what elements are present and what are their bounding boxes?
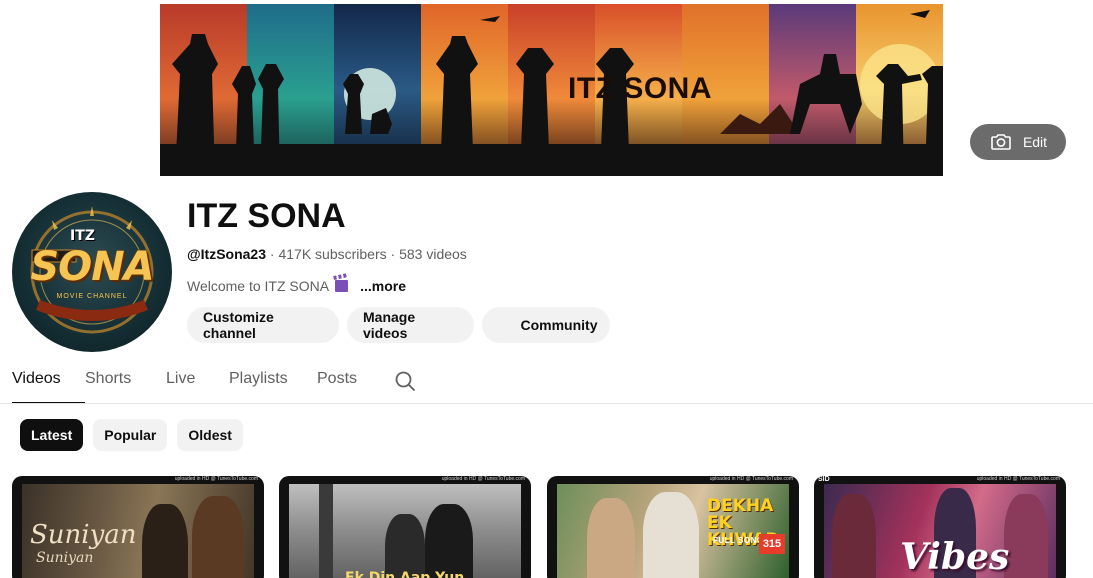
channel-actions: Customize channel Manage videos Communit… bbox=[187, 307, 610, 343]
thumbnail-title: Ek Din Aap Yun bbox=[345, 570, 465, 578]
thumbnail-title: Vibes bbox=[900, 536, 1010, 578]
thumbnail-watermark: uploaded in HD @ TunesToTube.com bbox=[709, 476, 793, 482]
thumbnail-image: Suniyan Suniyan bbox=[22, 484, 254, 578]
video-thumbnail[interactable]: SID uploaded in HD @ TunesToTube.com Vib… bbox=[814, 476, 1066, 578]
more-link[interactable]: ...more bbox=[360, 277, 406, 295]
tab-posts[interactable]: Posts bbox=[317, 366, 362, 404]
filter-oldest[interactable]: Oldest bbox=[177, 419, 243, 451]
thumbnail-figure bbox=[643, 492, 699, 578]
channel-tabs: Videos Shorts Live Playlists Posts bbox=[12, 366, 362, 404]
subscriber-count: 417K subscribers bbox=[278, 246, 387, 262]
thumbnail-image: Ek Din Aap Yun bbox=[289, 484, 521, 578]
channel-meta: @ItzSona23 · 417K subscribers · 583 vide… bbox=[187, 245, 467, 263]
avatar-brand: SONA bbox=[30, 244, 154, 290]
banner-silhouettes bbox=[160, 10, 943, 176]
channel-banner: ITZ SONA bbox=[160, 4, 943, 176]
thumbnail-figure bbox=[832, 494, 876, 578]
thumbnail-title: Suniyan bbox=[30, 520, 137, 550]
tab-live[interactable]: Live bbox=[166, 366, 229, 404]
search-icon[interactable] bbox=[393, 369, 417, 393]
tab-shorts[interactable]: Shorts bbox=[85, 366, 166, 404]
video-thumbnail[interactable]: uploaded in HD @ TunesToTube.com Suniyan… bbox=[12, 476, 264, 578]
banner-title: ITZ SONA bbox=[568, 72, 712, 105]
thumbnail-figure bbox=[142, 504, 188, 578]
video-thumbnail[interactable]: uploaded in HD @ TunesToTube.com Ek Din … bbox=[279, 476, 531, 578]
thumbnail-watermark: uploaded in HD @ TunesToTube.com bbox=[174, 476, 258, 482]
tab-playlists[interactable]: Playlists bbox=[229, 366, 317, 404]
channel-name: ITZ SONA bbox=[187, 197, 346, 235]
filter-latest[interactable]: Latest bbox=[20, 419, 84, 451]
thumbnail-tree bbox=[319, 484, 333, 578]
thumbnail-image: DEKHA EK KHWAB FULL SONG 315 bbox=[557, 484, 789, 578]
manage-videos-button[interactable]: Manage videos bbox=[347, 307, 474, 343]
thumbnail-subtitle: FULL SONG bbox=[713, 536, 764, 545]
sort-filters: Latest Popular Oldest bbox=[20, 419, 243, 451]
edit-banner-button[interactable]: Edit bbox=[970, 124, 1066, 160]
tabs-divider bbox=[0, 403, 1093, 404]
meta-separator: · bbox=[269, 246, 275, 262]
channel-avatar[interactable]: ITZ SONA MOVIE CHANNEL bbox=[12, 192, 172, 352]
thumbnail-corner-label: SID bbox=[818, 476, 830, 483]
channel-page: ITZ SONA Edit ITZ SONA MOVIE CHANNEL ITZ… bbox=[0, 0, 1093, 578]
channel-description[interactable]: Welcome to ITZ SONA ...more bbox=[187, 277, 406, 295]
avatar-prefix: ITZ bbox=[70, 228, 95, 244]
video-count: 583 videos bbox=[399, 246, 467, 262]
description-text: Welcome to ITZ SONA bbox=[187, 278, 330, 294]
thumbnail-watermark: uploaded in HD @ TunesToTube.com bbox=[976, 476, 1060, 482]
customize-channel-button[interactable]: Customize channel bbox=[187, 307, 339, 343]
channel-handle[interactable]: @ItzSona23 bbox=[187, 246, 266, 262]
meta-separator: · bbox=[390, 246, 396, 262]
community-button[interactable]: Community bbox=[482, 307, 610, 343]
tab-videos[interactable]: Videos bbox=[12, 366, 85, 404]
thumbnail-figure bbox=[425, 504, 473, 578]
thumbnail-figure bbox=[1004, 494, 1048, 578]
thumbnail-figure bbox=[587, 498, 635, 578]
thumbnail-figure bbox=[385, 514, 425, 578]
video-thumbnail[interactable]: uploaded in HD @ TunesToTube.com DEKHA E… bbox=[547, 476, 799, 578]
avatar-tagline: MOVIE CHANNEL bbox=[56, 293, 128, 300]
filter-popular[interactable]: Popular bbox=[93, 419, 168, 451]
thumbnail-watermark: uploaded in HD @ TunesToTube.com bbox=[441, 476, 525, 482]
thumbnail-badge: 315 bbox=[759, 534, 785, 554]
camera-icon bbox=[991, 134, 1011, 150]
thumbnail-figure bbox=[192, 496, 244, 578]
thumbnail-subtitle: Suniyan bbox=[36, 550, 94, 566]
thumbnail-image: Vibes bbox=[824, 484, 1056, 578]
edit-label: Edit bbox=[1022, 134, 1048, 150]
clapperboard-icon bbox=[335, 280, 349, 292]
